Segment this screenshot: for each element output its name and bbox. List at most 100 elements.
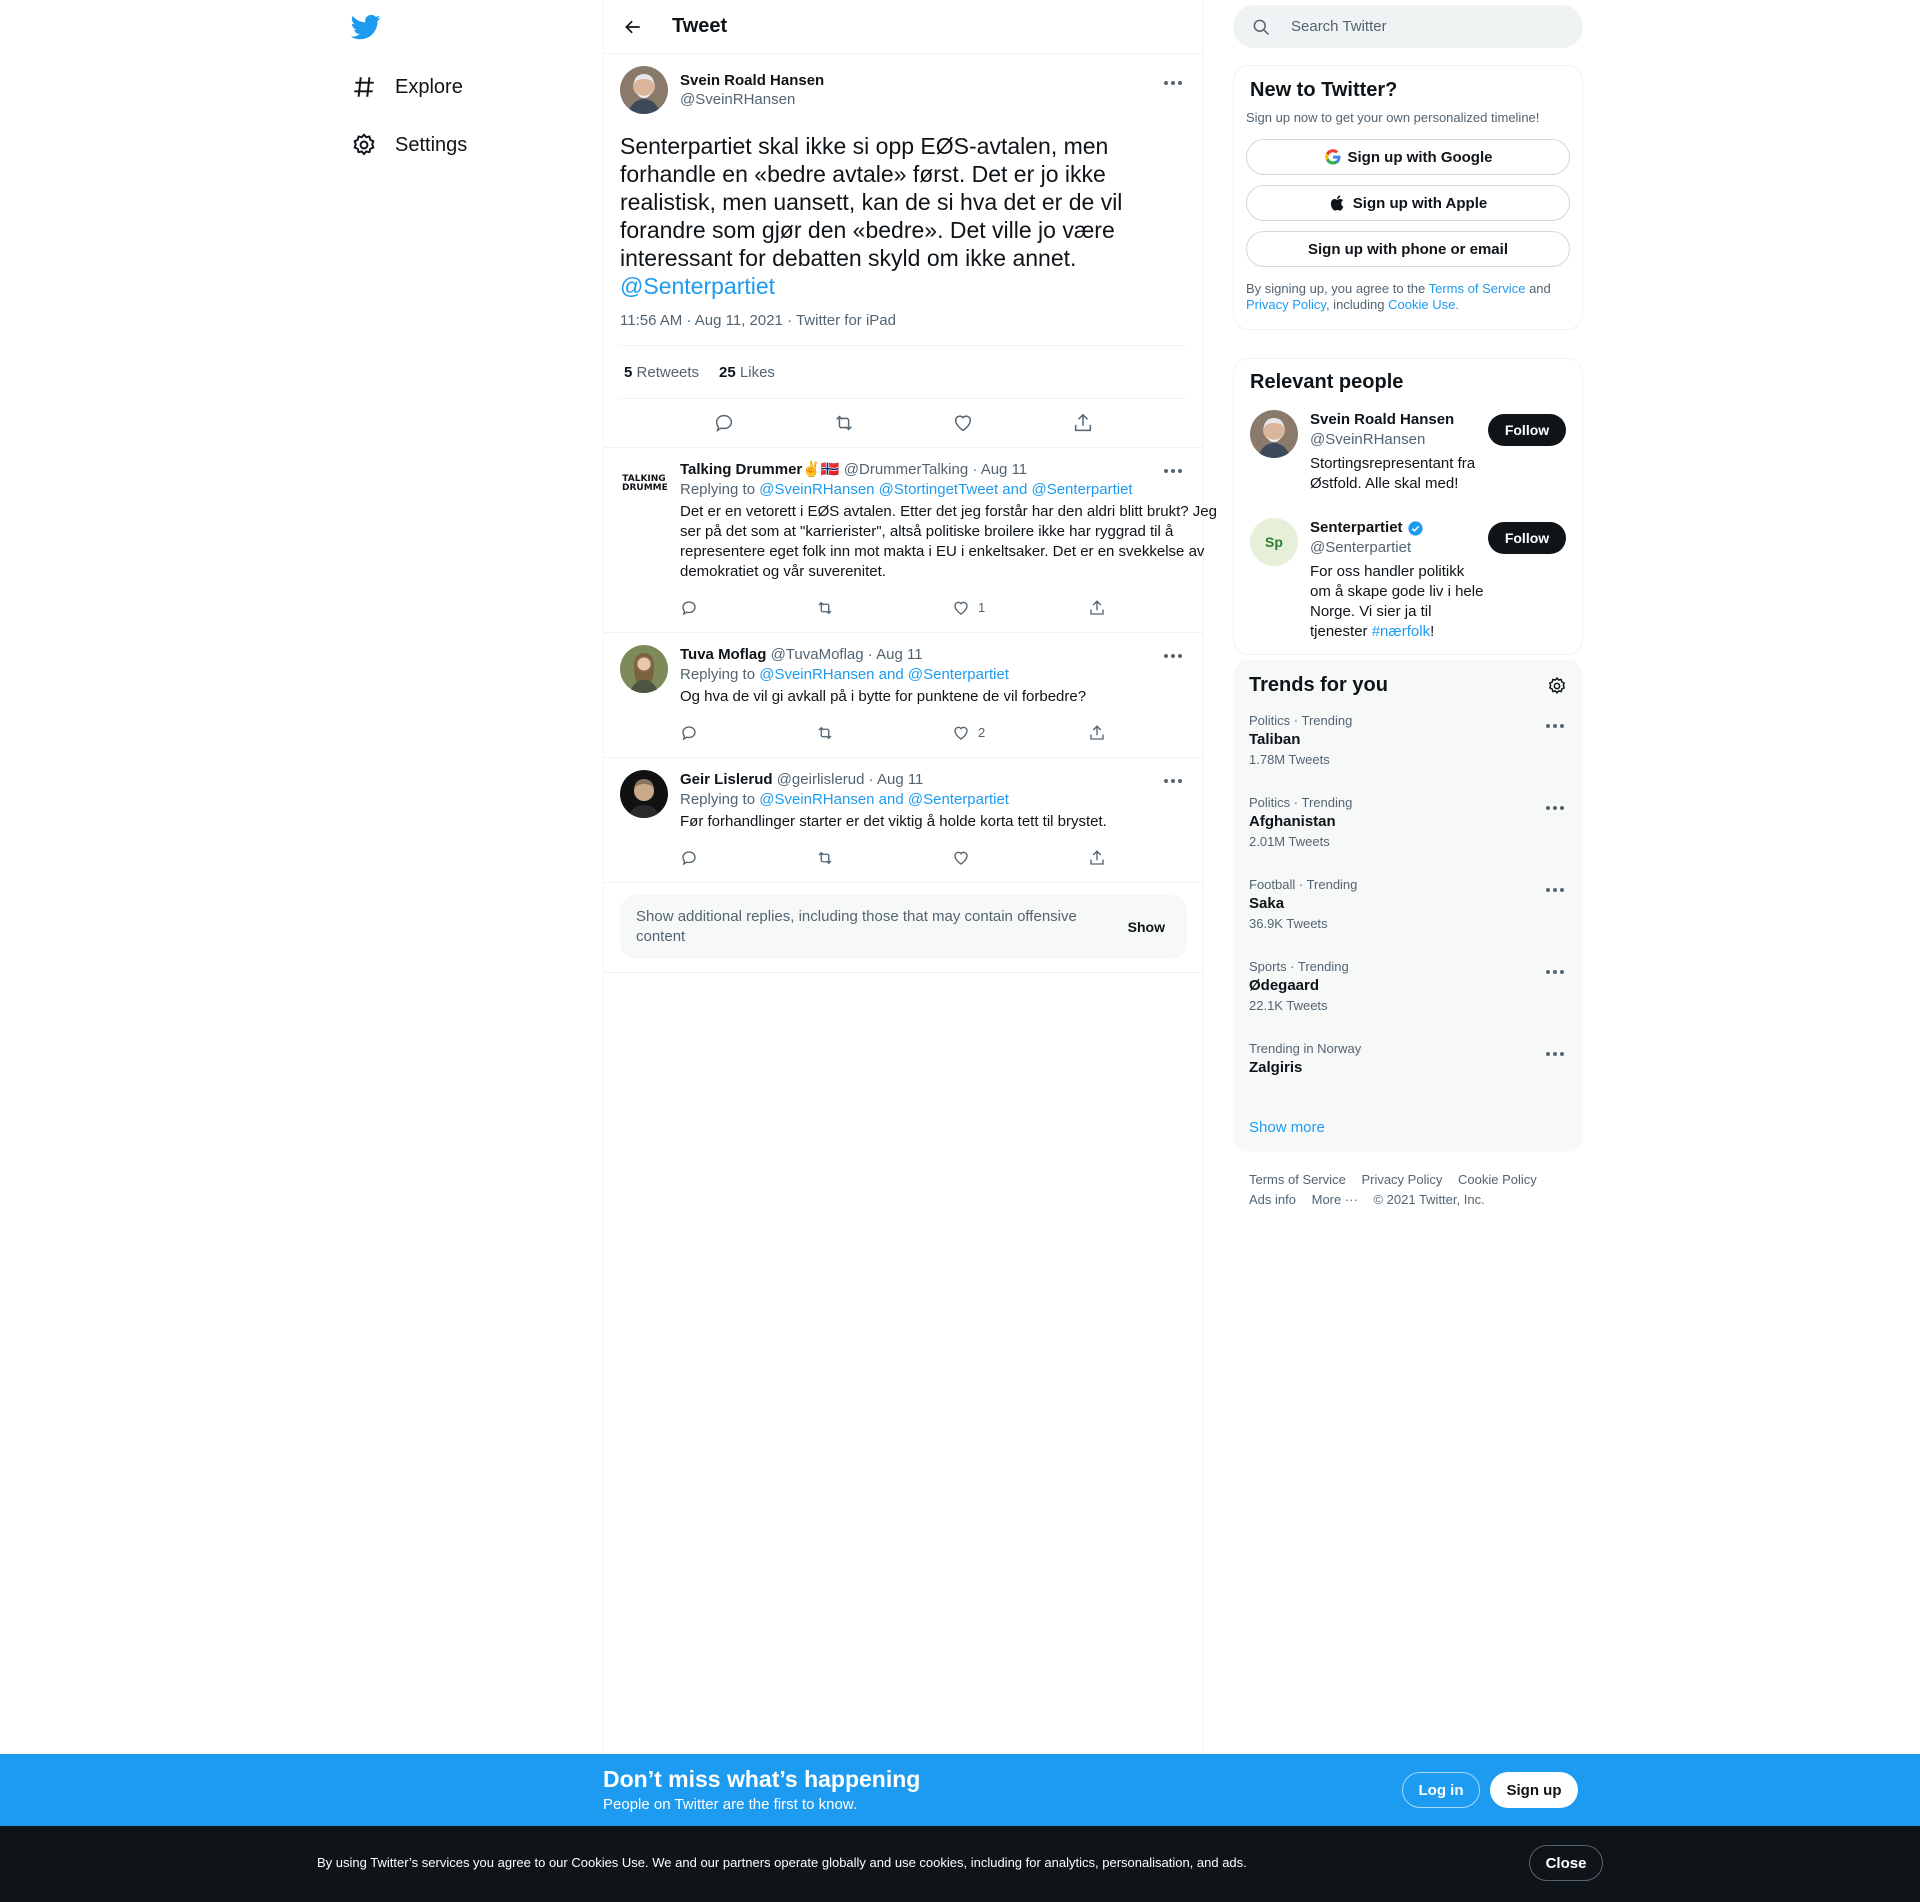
person-item[interactable]: Sp Senterpartiet @Senterpartiet For oss … <box>1234 506 1582 654</box>
more-icon[interactable] <box>1541 797 1569 819</box>
reply-item[interactable]: TALKING DRUMMER Talking Drummer✌🇳🇴 @Drum… <box>604 448 1217 633</box>
trend-count: 2.01M Tweets <box>1249 834 1330 849</box>
reply-author-handle[interactable]: @geirlislerud <box>777 771 865 788</box>
legal-text: and <box>1529 281 1551 296</box>
nav-explore[interactable]: Explore <box>351 67 463 107</box>
person-handle[interactable]: @SveinRHansen <box>1310 430 1488 450</box>
trend-item[interactable]: Politics · Trending Taliban 1.78M Tweets <box>1233 703 1583 785</box>
footer-link[interactable]: Privacy Policy <box>1361 1172 1442 1187</box>
reply-date[interactable]: · Aug 11 <box>869 771 924 788</box>
share-icon <box>1090 725 1104 740</box>
signup-button[interactable]: Sign up <box>1490 1772 1578 1808</box>
more-icon[interactable] <box>1159 770 1187 792</box>
signup-legal: By signing up, you agree to the Terms of… <box>1234 277 1582 329</box>
reply-author-handle[interactable]: @TuvaMoflag <box>771 646 864 663</box>
retweets-stat[interactable]: 5 Retweets <box>624 364 699 381</box>
author-name[interactable]: Svein Roald Hansen <box>680 71 824 90</box>
hashtag-link[interactable]: #nærfolk <box>1372 623 1430 640</box>
person-name[interactable]: Senterpartiet <box>1310 518 1403 538</box>
avatar[interactable] <box>620 645 668 693</box>
privacy-link[interactable]: Privacy Policy <box>1246 297 1326 312</box>
trends-title: Trends for you <box>1249 674 1388 696</box>
like-button[interactable]: 2 <box>952 723 1088 743</box>
reply-button[interactable] <box>680 849 816 867</box>
retweet-button[interactable] <box>816 724 952 742</box>
close-button[interactable]: Close <box>1529 1845 1603 1881</box>
trend-item[interactable]: Trending in Norway Zalgiris <box>1233 1031 1583 1113</box>
reply-button[interactable] <box>680 724 816 742</box>
share-button[interactable] <box>1088 724 1224 742</box>
reply-author-name[interactable]: Geir Lislerud <box>680 771 773 788</box>
follow-button[interactable]: Follow <box>1488 414 1566 446</box>
more-icon[interactable] <box>1541 961 1569 983</box>
trend-category: Politics · Trending <box>1249 795 1353 810</box>
more-icon[interactable] <box>1541 715 1569 737</box>
reply-author-name[interactable]: Tuva Moflag <box>680 646 766 663</box>
replying-to-links[interactable]: @SveinRHansen and @Senterpartiet <box>759 666 1009 683</box>
twitter-logo-icon[interactable] <box>350 12 383 44</box>
signup-google-button[interactable]: Sign up with Google <box>1246 139 1570 175</box>
follow-button[interactable]: Follow <box>1488 522 1566 554</box>
login-button[interactable]: Log in <box>1402 1772 1480 1808</box>
show-button[interactable]: Show <box>1122 911 1171 943</box>
mention-link[interactable]: @Senterpartiet <box>620 273 775 299</box>
likes-stat[interactable]: 25 Likes <box>719 364 775 381</box>
more-icon[interactable] <box>1541 879 1569 901</box>
retweet-icon[interactable] <box>833 412 855 434</box>
reply-button[interactable] <box>680 599 816 617</box>
more-icon[interactable] <box>1159 645 1187 667</box>
person-name[interactable]: Svein Roald Hansen <box>1310 410 1488 430</box>
more-icon[interactable] <box>1159 72 1187 94</box>
gear-icon[interactable] <box>1547 676 1567 696</box>
reply-icon[interactable] <box>713 412 735 434</box>
signup-apple-button[interactable]: Sign up with Apple <box>1246 185 1570 221</box>
avatar[interactable] <box>620 770 668 818</box>
author-handle[interactable]: @SveinRHansen <box>680 90 824 109</box>
trend-item[interactable]: Sports · Trending Ødegaard 22.1K Tweets <box>1233 949 1583 1031</box>
footer-link[interactable]: Terms of Service <box>1249 1172 1346 1187</box>
reply-item[interactable]: Tuva Moflag @TuvaMoflag · Aug 11 Replyin… <box>604 633 1203 758</box>
share-button[interactable] <box>1088 599 1224 617</box>
retweet-button[interactable] <box>816 849 952 867</box>
trend-name: Afghanistan <box>1249 813 1336 830</box>
back-button[interactable] <box>616 10 650 44</box>
heart-icon[interactable] <box>952 412 974 434</box>
nav-settings[interactable]: Settings <box>351 125 467 165</box>
trend-item[interactable]: Politics · Trending Afghanistan 2.01M Tw… <box>1233 785 1583 867</box>
retweet-button[interactable] <box>816 599 952 617</box>
avatar[interactable] <box>1250 410 1298 458</box>
person-item[interactable]: Svein Roald Hansen @SveinRHansen Stortin… <box>1234 398 1582 506</box>
search-bar[interactable] <box>1233 5 1583 48</box>
like-button[interactable] <box>952 849 1088 867</box>
reply-author-name[interactable]: Talking Drummer <box>680 461 802 478</box>
footer-link[interactable]: Cookie Policy <box>1458 1172 1537 1187</box>
replying-to-links[interactable]: @SveinRHansen @StortingetTweet and @Sent… <box>759 481 1132 498</box>
reply-item[interactable]: Geir Lislerud @geirlislerud · Aug 11 Rep… <box>604 758 1203 883</box>
reply-author-handle[interactable]: @DrummerTalking <box>844 461 968 478</box>
show-more-replies: Show additional replies, including those… <box>620 895 1187 959</box>
heart-icon <box>954 726 968 740</box>
reply-date[interactable]: · Aug 11 <box>868 646 923 663</box>
footer-link[interactable]: Ads info <box>1249 1192 1296 1207</box>
tos-link[interactable]: Terms of Service <box>1429 281 1526 296</box>
replying-to-links[interactable]: @SveinRHansen and @Senterpartiet <box>759 791 1009 808</box>
share-button[interactable] <box>1088 849 1224 867</box>
more-icon[interactable] <box>1541 1043 1569 1065</box>
footer-link[interactable]: More ··· <box>1312 1192 1358 1207</box>
tweet-timestamp[interactable]: 11:56 AM · Aug 11, 2021 · Twitter for iP… <box>620 312 1187 346</box>
avatar[interactable]: Sp <box>1250 518 1298 566</box>
avatar[interactable] <box>620 66 668 114</box>
cookie-link[interactable]: Cookie Use. <box>1388 297 1459 312</box>
search-input[interactable] <box>1289 17 1563 36</box>
like-button[interactable]: 1 <box>952 598 1088 618</box>
share-icon[interactable] <box>1072 412 1094 434</box>
signup-phone-button[interactable]: Sign up with phone or email <box>1246 231 1570 267</box>
person-handle[interactable]: @Senterpartiet <box>1310 538 1488 558</box>
reply-date[interactable]: · Aug 11 <box>972 461 1027 478</box>
show-more-link[interactable]: Show more <box>1249 1119 1325 1136</box>
like-count: 1 <box>978 600 986 615</box>
trends-show-more[interactable]: Show more <box>1233 1113 1583 1142</box>
avatar[interactable]: TALKING DRUMMER <box>620 460 668 508</box>
trend-item[interactable]: Football · Trending Saka 36.9K Tweets <box>1233 867 1583 949</box>
more-icon[interactable] <box>1159 460 1187 482</box>
